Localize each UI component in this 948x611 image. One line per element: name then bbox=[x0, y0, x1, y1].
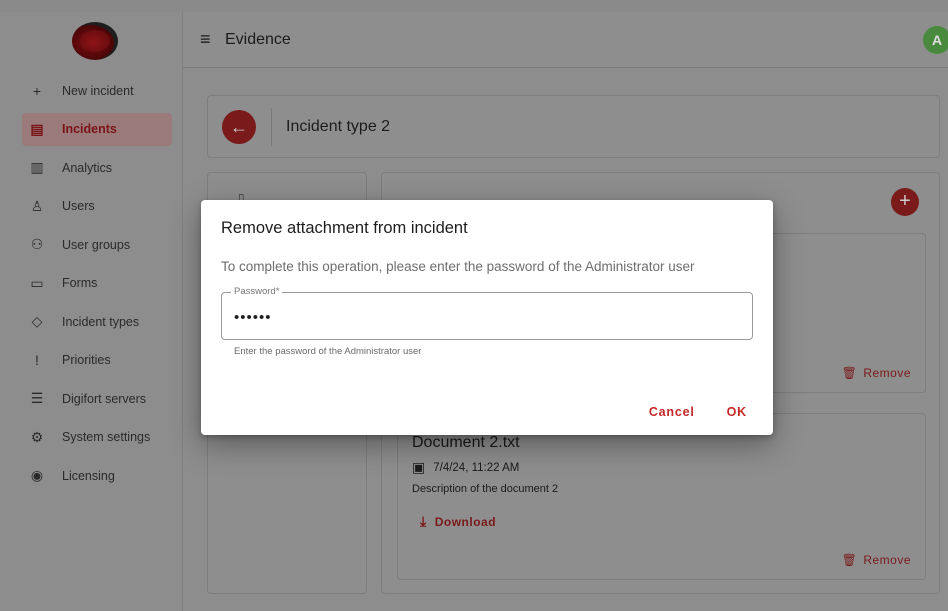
form-icon: ▭ bbox=[30, 274, 44, 291]
document-date-text: 7/4/24, 11:22 AM bbox=[433, 461, 520, 474]
arrow-left-icon: ← bbox=[230, 117, 248, 137]
user-icon: ♙ bbox=[30, 197, 44, 214]
sidebar-item-label: Incidents bbox=[62, 122, 117, 136]
password-input[interactable] bbox=[234, 307, 734, 327]
ok-button[interactable]: OK bbox=[727, 405, 747, 419]
sidebar-item-digifort-servers[interactable]: ☰ Digifort servers bbox=[22, 380, 172, 419]
user-group-icon: ⚇ bbox=[30, 236, 44, 253]
remove-attachment-dialog: Remove attachment from incident To compl… bbox=[201, 200, 773, 435]
document-date: ▣ 7/4/24, 11:22 AM bbox=[412, 459, 519, 476]
attachment-card: Document 2.txt ▣ 7/4/24, 11:22 AM Descri… bbox=[397, 413, 926, 580]
sidebar-item-label: Users bbox=[62, 199, 95, 214]
dialog-actions: Cancel OK bbox=[649, 405, 747, 419]
logo bbox=[72, 22, 118, 60]
back-button[interactable]: ← bbox=[222, 110, 256, 144]
download-button[interactable]: ⤓ Download bbox=[420, 513, 496, 530]
sidebar-item-label: Digifort servers bbox=[62, 391, 147, 406]
sidebar-item-users[interactable]: ♙ Users bbox=[22, 187, 172, 226]
avatar[interactable]: A bbox=[923, 26, 948, 54]
sidebar-item-analytics[interactable]: ▥ Analytics bbox=[22, 149, 172, 188]
document-description: Description of the document 2 bbox=[412, 483, 559, 495]
password-helper-text: Enter the password of the Administrator … bbox=[234, 346, 422, 357]
sidebar-nav: + New incident ▤ Incidents ▥ Analytics ♙ Users ⚇… bbox=[22, 72, 172, 495]
remove-label: Remove bbox=[863, 553, 911, 567]
trash-icon: 🗑 bbox=[841, 366, 858, 380]
exclamation-icon: ! bbox=[35, 352, 39, 369]
sidebar-item-incident-types[interactable]: ◇ Incident types bbox=[22, 303, 172, 342]
sidebar: + New incident ▤ Incidents ▥ Analytics ♙ Users ⚇… bbox=[0, 12, 183, 611]
cancel-button[interactable]: Cancel bbox=[649, 405, 695, 419]
password-label: Password* bbox=[231, 286, 283, 297]
sidebar-item-incidents[interactable]: ▤ Incidents bbox=[22, 112, 172, 146]
sidebar-item-licensing[interactable]: ◉ Licensing bbox=[22, 457, 172, 496]
remove-button[interactable]: 🗑 Remove bbox=[842, 553, 911, 567]
trash-icon: 🗑 bbox=[841, 553, 858, 567]
incident-title-card: ← Incident type 2 bbox=[207, 95, 940, 158]
calendar-icon: ▣ bbox=[412, 459, 426, 475]
document-name: Document 2.txt bbox=[412, 434, 520, 451]
top-strip bbox=[0, 0, 948, 12]
sidebar-item-label: System settings bbox=[62, 430, 151, 445]
sidebar-item-label: Forms bbox=[62, 276, 98, 291]
sidebar-item-priorities[interactable]: ! Priorities bbox=[22, 341, 172, 380]
sidebar-item-forms[interactable]: ▭ Forms bbox=[22, 264, 172, 303]
gear-icon: ⚙ bbox=[30, 428, 44, 445]
plus-icon: + bbox=[899, 190, 911, 212]
analytics-icon: ▥ bbox=[30, 159, 44, 176]
add-attachment-button[interactable]: + bbox=[891, 188, 919, 216]
sidebar-item-label: Licensing bbox=[62, 468, 115, 483]
app-header: ≡ Evidence A bbox=[183, 12, 948, 68]
sidebar-item-label: User groups bbox=[62, 237, 131, 252]
inbox-icon: ▤ bbox=[30, 120, 44, 137]
remove-label: Remove bbox=[863, 366, 911, 380]
dialog-title: Remove attachment from incident bbox=[221, 219, 468, 237]
sidebar-item-system-settings[interactable]: ⚙ System settings bbox=[22, 418, 172, 457]
password-field: Password* bbox=[221, 286, 753, 340]
download-icon: ⤓ bbox=[420, 513, 427, 529]
sidebar-item-label: Priorities bbox=[62, 353, 111, 368]
sidebar-item-label: Incident types bbox=[62, 314, 140, 329]
sidebar-item-new-incident[interactable]: + New incident bbox=[22, 72, 172, 111]
sidebar-item-user-groups[interactable]: ⚇ User groups bbox=[22, 226, 172, 265]
plus-icon: + bbox=[32, 83, 42, 100]
incident-title: Incident type 2 bbox=[286, 118, 391, 135]
sidebar-item-label: Analytics bbox=[62, 160, 113, 175]
remove-button[interactable]: 🗑 Remove bbox=[842, 366, 911, 380]
dialog-message: To complete this operation, please enter… bbox=[221, 259, 695, 274]
menu-icon[interactable]: ≡ bbox=[200, 29, 211, 50]
page-title: Evidence bbox=[225, 31, 291, 48]
diamond-alert-icon: ◇ bbox=[31, 313, 43, 330]
license-icon: ◉ bbox=[30, 467, 44, 484]
sidebar-item-label: New incident bbox=[62, 84, 134, 99]
title-divider bbox=[271, 108, 272, 146]
download-label: Download bbox=[434, 515, 497, 529]
server-icon: ☰ bbox=[30, 390, 44, 407]
